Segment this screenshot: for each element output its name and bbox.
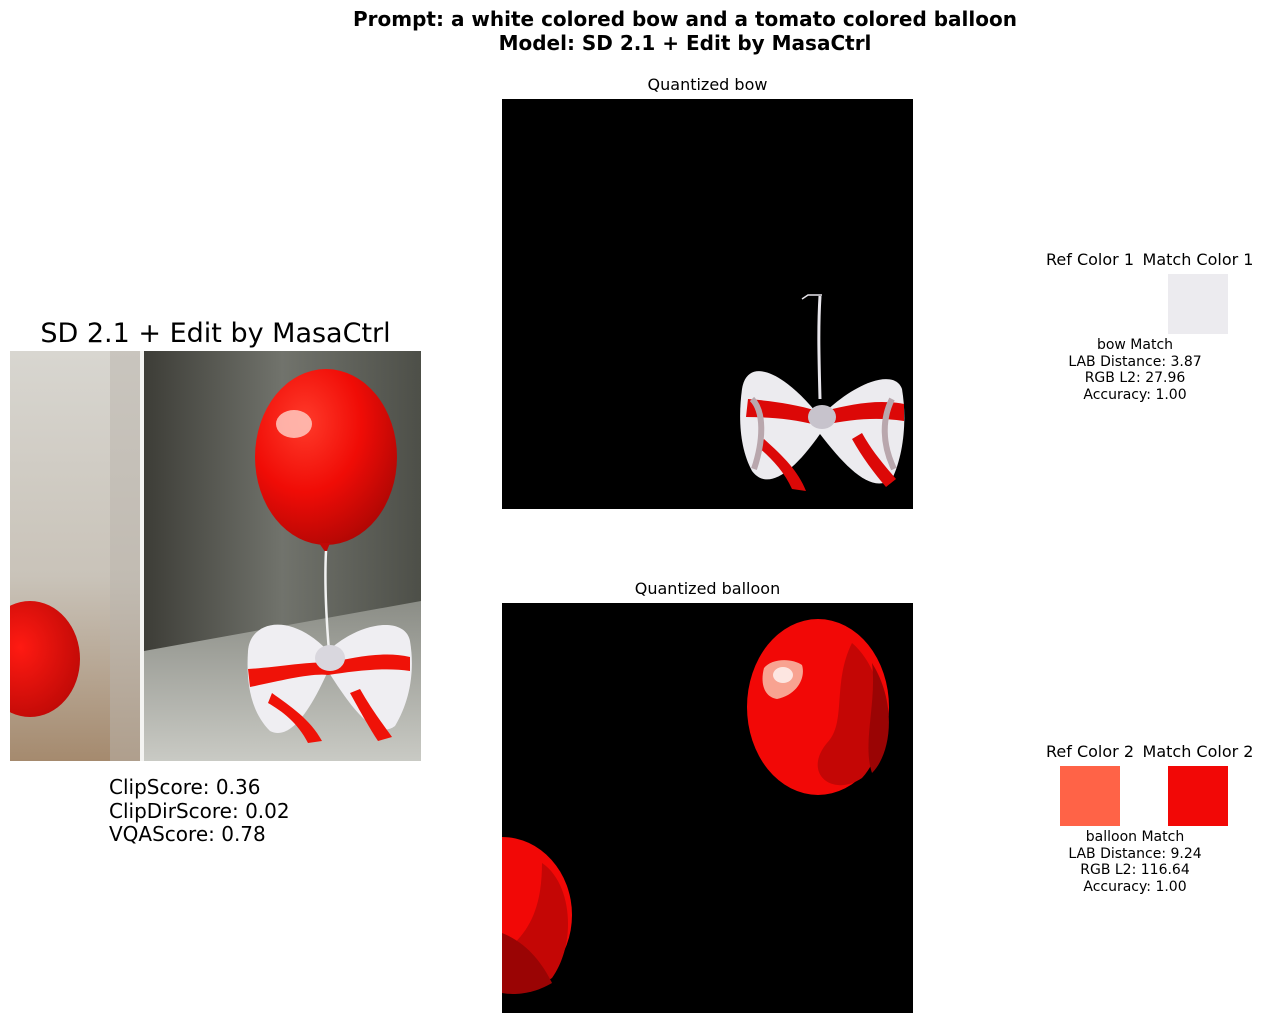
quantized-bow-image [502,99,913,509]
bow-accuracy: Accuracy: 1.00 [1083,386,1187,403]
score-list: ClipScore: 0.36 ClipDirScore: 0.02 VQASc… [109,775,290,847]
bow-match-caption: bow Match LAB Distance: 3.87 RGB L2: 27.… [1035,337,1235,403]
balloon-accuracy: Accuracy: 1.00 [1083,878,1187,895]
figure-suptitle-line-1: Prompt: a white colored bow and a tomato… [353,7,1017,31]
ref-color-2-swatch [1060,766,1120,826]
bow-lab-distance: LAB Distance: 3.87 [1068,353,1202,370]
quantized-balloon-image [502,603,913,1013]
vqa-score: VQAScore: 0.78 [109,822,266,846]
balloon-rgb-l2: RGB L2: 116.64 [1080,862,1190,878]
edited-image [10,351,421,761]
match-color-1-label: Match Color 1 [1142,250,1254,269]
clip-dir-score: ClipDirScore: 0.02 [109,798,290,823]
balloon-match-heading: balloon Match [1085,829,1185,845]
figure-suptitle-line-2: Model: SD 2.1 + Edit by MasaCtrl [498,31,872,55]
quantized-bow-title: Quantized bow [647,75,768,94]
match-color-1-swatch [1168,274,1228,334]
left-panel-title: SD 2.1 + Edit by MasaCtrl [40,318,391,349]
balloon-match-caption: balloon Match LAB Distance: 9.24 RGB L2:… [1035,829,1235,895]
ref-color-1-label: Ref Color 1 [1046,250,1134,269]
quantized-balloon-title: Quantized balloon [634,579,781,598]
match-color-2-label: Match Color 2 [1142,742,1254,761]
clip-score: ClipScore: 0.36 [109,775,261,799]
bow-match-heading: bow Match [1096,337,1174,353]
balloon-lab-distance: LAB Distance: 9.24 [1068,845,1202,862]
bow-rgb-l2: RGB L2: 27.96 [1084,370,1186,386]
ref-color-2-label: Ref Color 2 [1046,742,1134,761]
match-color-2-swatch [1168,766,1228,826]
